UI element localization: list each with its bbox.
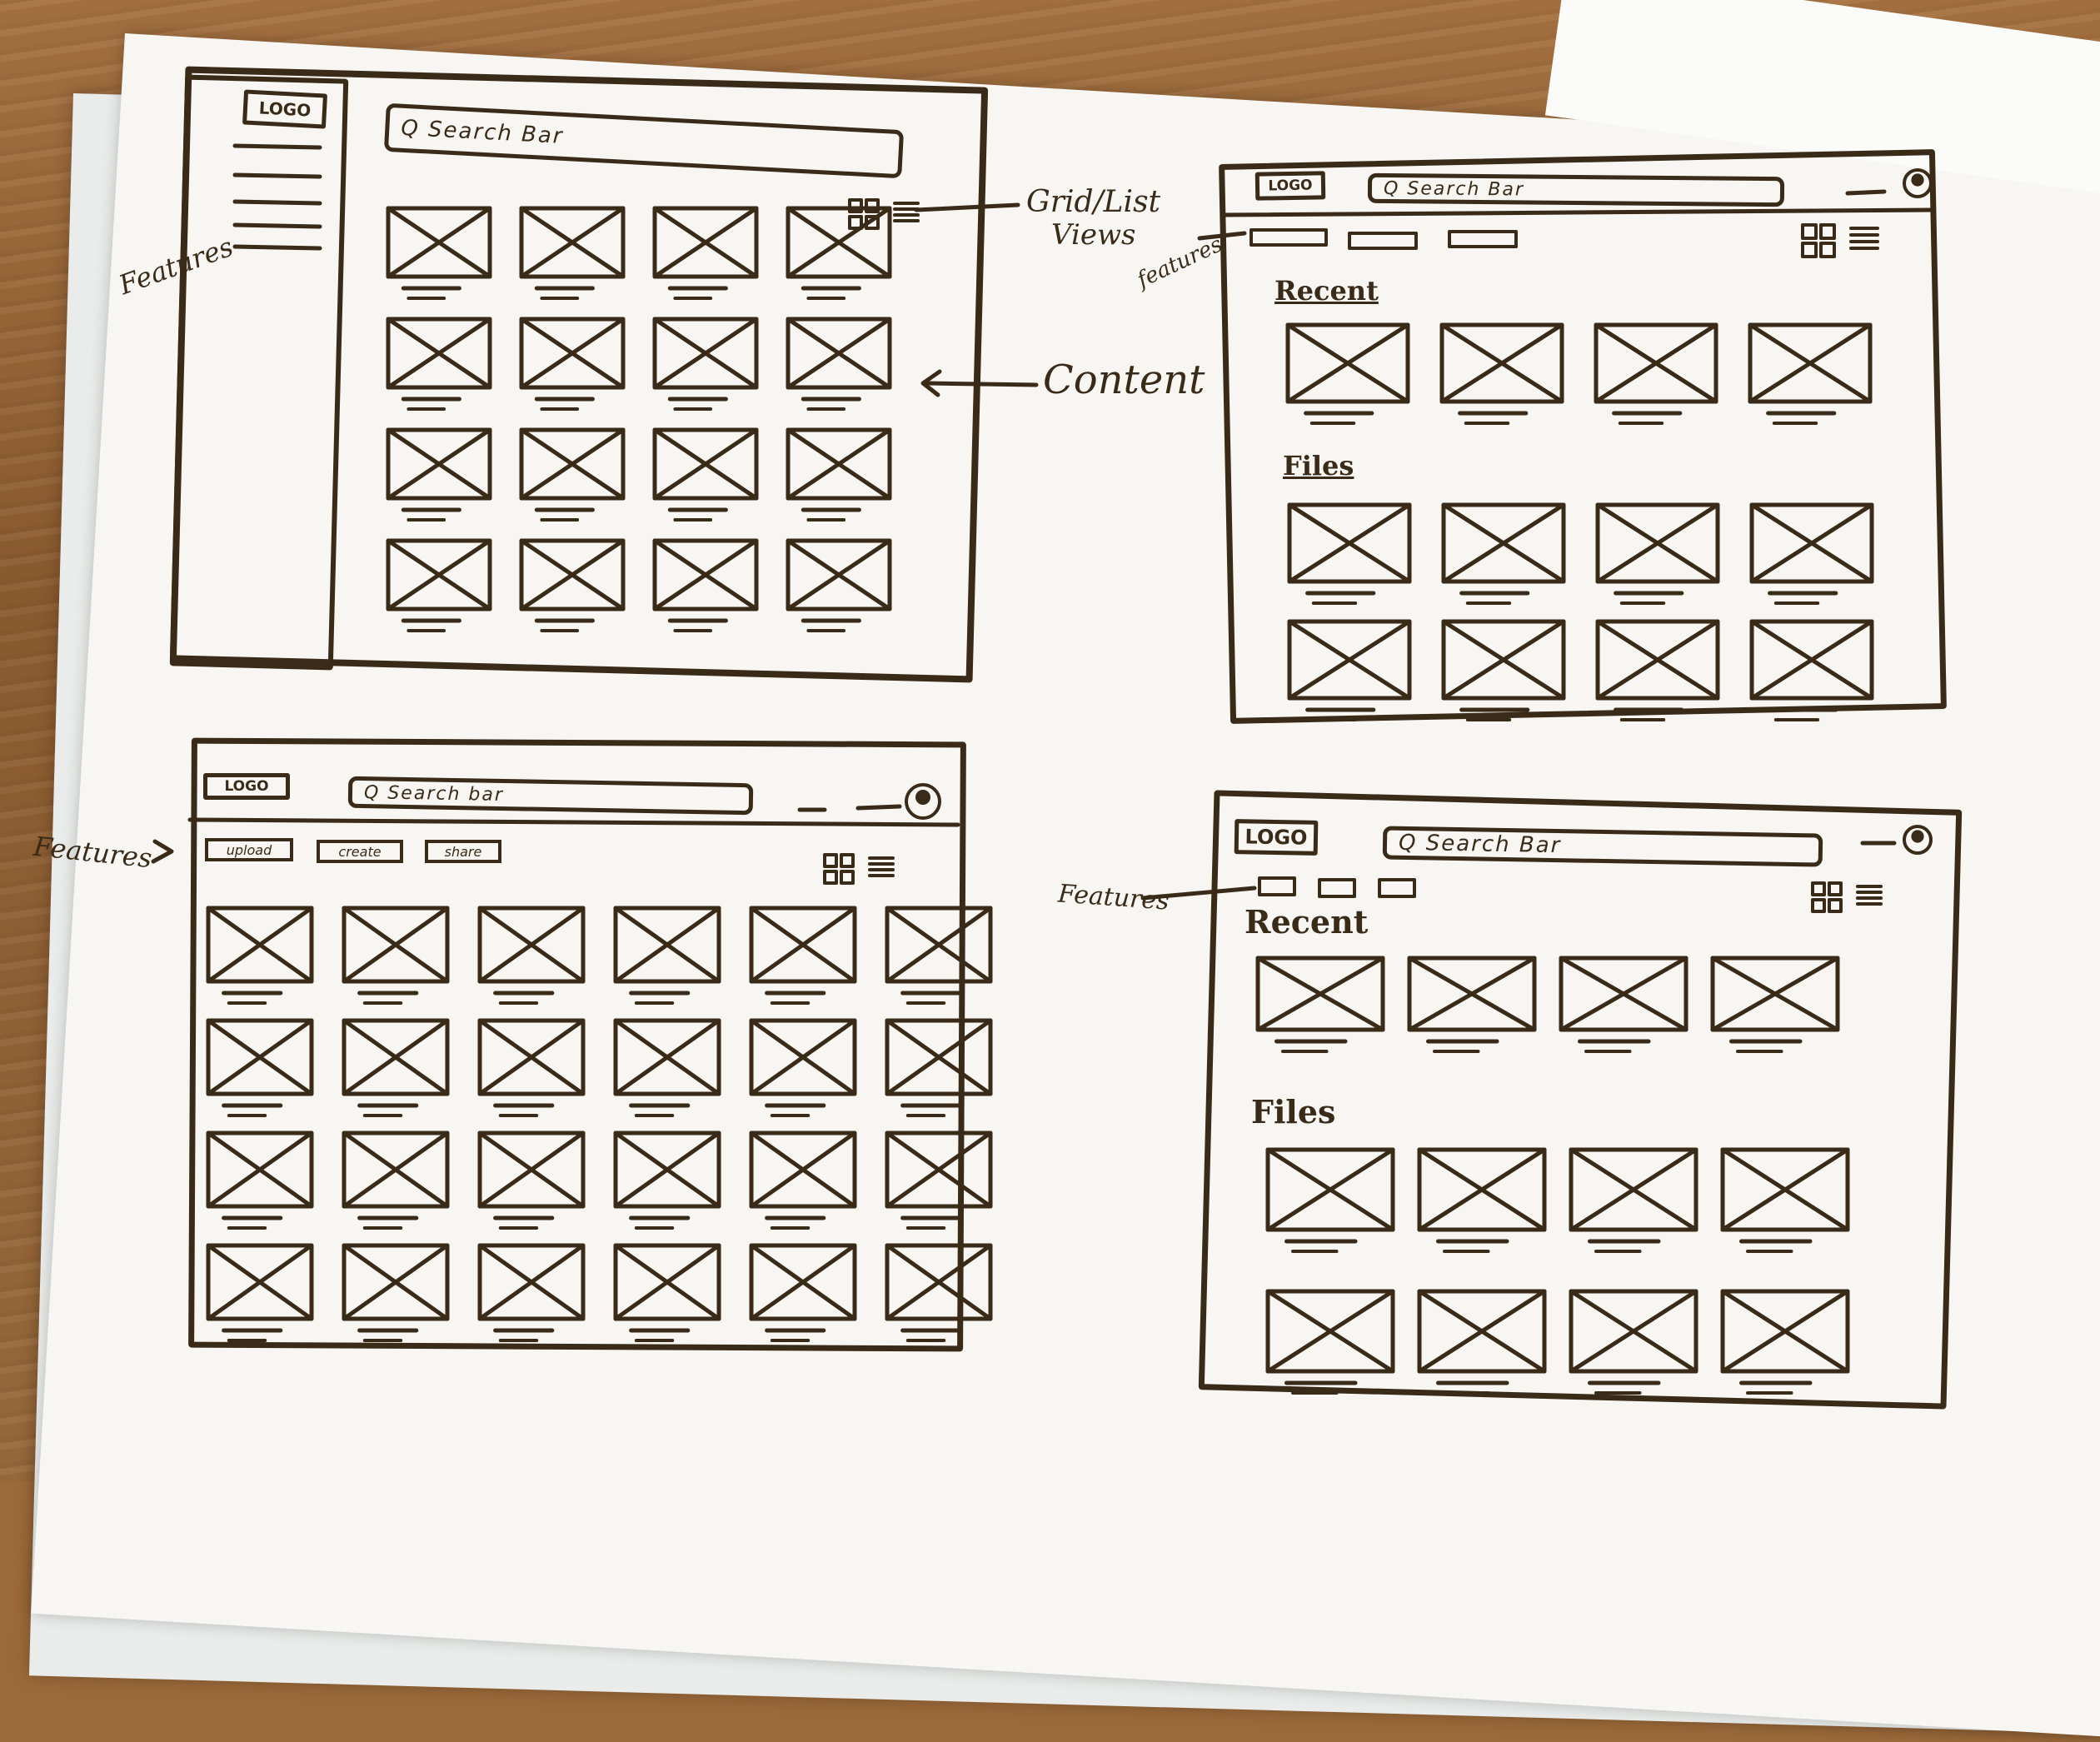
feature-button-placeholder [1318,878,1356,898]
image-placeholder-thumbnail [749,1018,857,1117]
image-placeholder-thumbnail [519,538,626,632]
image-placeholder-thumbnail [1594,322,1718,425]
image-placeholder-thumbnail [885,1018,993,1117]
image-placeholder-thumbnail [206,1243,314,1342]
image-placeholder-thumbnail [206,1018,314,1117]
sidebar-menu-line [232,244,322,251]
image-placeholder-thumbnail [1595,502,1720,605]
annotation-arrow [1197,231,1247,241]
header-divider [1222,207,1935,217]
image-placeholder-thumbnail [786,427,892,522]
grid-list-view-icon [823,853,895,885]
user-avatar-icon [1903,825,1933,855]
annotation-arrow [914,202,1020,212]
sidebar-menu-line [232,222,322,229]
image-placeholder-thumbnail [613,1131,721,1230]
image-placeholder-thumbnail [1255,956,1385,1053]
image-placeholder-thumbnail [885,906,993,1005]
image-placeholder-thumbnail [1749,619,1874,721]
image-placeholder-thumbnail [1720,1289,1850,1395]
image-placeholder-thumbnail [477,906,586,1005]
image-placeholder-thumbnail [1720,1147,1850,1253]
sidebar-menu-line [232,172,322,179]
image-placeholder-thumbnail [749,906,857,1005]
image-placeholder-thumbnail [342,1243,450,1342]
image-placeholder-thumbnail [786,206,892,300]
image-placeholder-thumbnail [342,1018,450,1117]
image-placeholder-thumbnail [1559,956,1688,1053]
image-placeholder-thumbnail [342,906,450,1005]
image-placeholder-thumbnail [1287,502,1412,605]
image-placeholder-thumbnail [1710,956,1840,1053]
sidebar-menu-line [232,143,322,150]
image-placeholder-thumbnail [1265,1289,1395,1395]
feature-button-placeholder [1348,232,1418,250]
image-placeholder-thumbnail [477,1243,586,1342]
image-placeholder-thumbnail [613,906,721,1005]
image-placeholder-thumbnail [477,1131,586,1230]
image-placeholder-thumbnail [1569,1147,1698,1253]
image-placeholder-thumbnail [1265,1147,1395,1253]
grid-list-view-icon [1811,881,1883,913]
image-placeholder-thumbnail [1407,956,1537,1053]
image-placeholder-thumbnail [386,538,492,632]
image-placeholder-thumbnail [206,1131,314,1230]
header-divider [187,817,960,827]
image-placeholder-thumbnail [1748,322,1873,425]
user-avatar-icon [905,783,941,820]
sidebar-menu-line [232,199,322,206]
image-placeholder-thumbnail [1287,619,1412,721]
feature-button-placeholder [1250,228,1328,247]
image-placeholder-thumbnail [519,427,626,522]
feature-button-placeholder [1448,230,1518,248]
image-placeholder-thumbnail [1569,1289,1698,1395]
image-placeholder-thumbnail [1439,322,1564,425]
image-placeholder-thumbnail [477,1018,586,1117]
annotation-arrow [925,381,1039,387]
image-placeholder-thumbnail [652,206,759,300]
image-placeholder-thumbnail [749,1131,857,1230]
image-placeholder-thumbnail [1285,322,1410,425]
image-placeholder-thumbnail [1417,1147,1547,1253]
header-dash [1845,189,1887,196]
image-placeholder-thumbnail [786,538,892,632]
sketch-overlay [151,143,1935,1395]
image-placeholder-thumbnail [1749,502,1874,605]
feature-button-placeholder [1258,876,1296,896]
image-placeholder-thumbnail [1441,502,1566,605]
feature-button-placeholder [1378,878,1416,898]
grid-list-view-icon [1801,223,1879,258]
image-placeholder-thumbnail [613,1018,721,1117]
image-placeholder-thumbnail [386,317,492,411]
image-placeholder-thumbnail [652,317,759,411]
annotation-arrow [1140,886,1257,901]
image-placeholder-thumbnail [1441,619,1566,721]
image-placeholder-thumbnail [519,206,626,300]
image-placeholder-thumbnail [342,1131,450,1230]
image-placeholder-thumbnail [786,317,892,411]
image-placeholder-thumbnail [206,906,314,1005]
image-placeholder-thumbnail [749,1243,857,1342]
image-placeholder-thumbnail [885,1243,993,1342]
arrow-head-icon [151,839,174,864]
user-avatar-icon [1903,168,1933,198]
image-placeholder-thumbnail [386,427,492,522]
header-dash [855,804,902,811]
image-placeholder-thumbnail [652,427,759,522]
image-placeholder-thumbnail [885,1131,993,1230]
image-placeholder-thumbnail [386,206,492,300]
image-placeholder-thumbnail [1417,1289,1547,1395]
image-placeholder-thumbnail [519,317,626,411]
image-placeholder-thumbnail [1595,619,1720,721]
image-placeholder-thumbnail [613,1243,721,1342]
image-placeholder-thumbnail [652,538,759,632]
